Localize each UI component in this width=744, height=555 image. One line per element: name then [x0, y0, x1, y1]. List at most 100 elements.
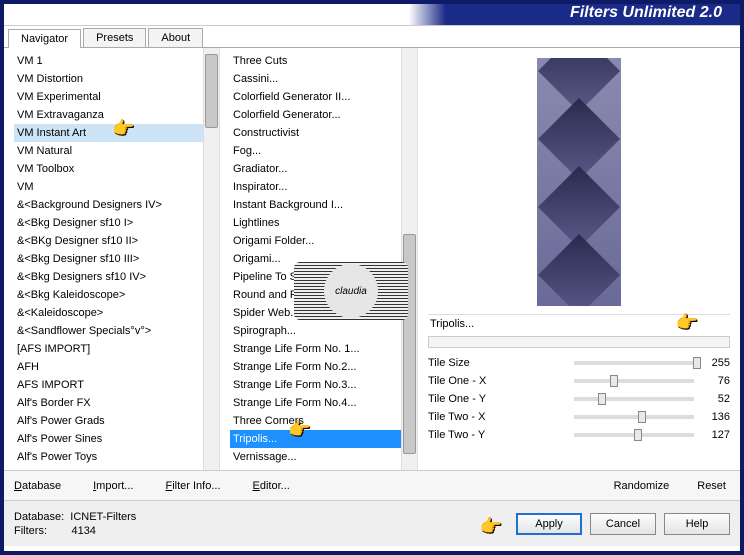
category-item[interactable]: Alf's Power Sines: [14, 430, 203, 448]
category-list[interactable]: VM 1VM DistortionVM ExperimentalVM Extra…: [4, 48, 203, 470]
category-item[interactable]: VM Toolbox: [14, 160, 203, 178]
filters-count-value: 4134: [71, 525, 95, 537]
scrollbar[interactable]: [401, 48, 417, 470]
toolbar: Database Import... Filter Info... Editor…: [4, 470, 740, 500]
param-label: Tile Size: [428, 357, 568, 369]
param-slider[interactable]: [574, 415, 694, 419]
category-item[interactable]: &<Bkg Designer sf10 III>: [14, 250, 203, 268]
param-label: Tile Two - X: [428, 411, 568, 423]
category-item[interactable]: VM Instant Art: [14, 124, 203, 142]
category-item[interactable]: AFH: [14, 358, 203, 376]
category-item[interactable]: Alf's Power Grads: [14, 412, 203, 430]
category-item[interactable]: Alf's Power Toys: [14, 448, 203, 466]
current-filter-name: Tripolis...: [428, 314, 730, 333]
slider-thumb[interactable]: [598, 393, 606, 405]
scroll-thumb[interactable]: [205, 54, 218, 128]
category-item[interactable]: &<Sandflower Specials°v°>: [14, 322, 203, 340]
footer-info: Database: ICNET-Filters Filters: 4134: [14, 510, 508, 538]
param-label: Tile Two - Y: [428, 429, 568, 441]
filter-item[interactable]: Origami Folder...: [230, 232, 401, 250]
param-slider[interactable]: [574, 397, 694, 401]
param-value: 52: [700, 393, 730, 405]
filter-panel: Three CutsCassini...Colorfield Generator…: [220, 48, 418, 470]
category-item[interactable]: Alf's Border FX: [14, 394, 203, 412]
filter-item[interactable]: Vernissage...: [230, 448, 401, 466]
filter-item[interactable]: Colorfield Generator...: [230, 106, 401, 124]
param-row: Tile One - X 76: [428, 372, 730, 390]
tab-presets[interactable]: Presets: [83, 28, 146, 47]
filter-item[interactable]: Instant Background I...: [230, 196, 401, 214]
window: Filters Unlimited 2.0 NavigatorPresetsAb…: [0, 0, 744, 555]
import-button[interactable]: Import...: [93, 480, 133, 492]
category-item[interactable]: &<Background Designers IV>: [14, 196, 203, 214]
category-item[interactable]: VM Extravaganza: [14, 106, 203, 124]
filter-item[interactable]: Strange Life Form No.2...: [230, 358, 401, 376]
category-item[interactable]: VM Natural: [14, 142, 203, 160]
db-value: ICNET-Filters: [70, 511, 136, 523]
category-item[interactable]: VM 1: [14, 52, 203, 70]
randomize-button[interactable]: Randomize: [614, 480, 670, 492]
slider-thumb[interactable]: [610, 375, 618, 387]
watermark-text: claudia: [324, 264, 378, 318]
param-value: 255: [700, 357, 730, 369]
tab-about[interactable]: About: [148, 28, 203, 47]
filter-item[interactable]: Lightlines: [230, 214, 401, 232]
tab-bar: NavigatorPresetsAbout: [4, 26, 740, 48]
param-row: Tile Two - X136: [428, 408, 730, 426]
filter-item[interactable]: Colorfield Generator II...: [230, 88, 401, 106]
category-item[interactable]: AlphaWorks: [14, 466, 203, 470]
watermark-badge: claudia: [294, 262, 408, 320]
scrollbar[interactable]: [203, 48, 219, 470]
filter-item[interactable]: Gradiator...: [230, 160, 401, 178]
cancel-button[interactable]: Cancel: [590, 513, 656, 535]
app-title: Filters Unlimited 2.0: [570, 4, 722, 22]
progress-bar: [428, 336, 730, 348]
filter-list[interactable]: Three CutsCassini...Colorfield Generator…: [220, 48, 401, 470]
filter-item[interactable]: Cassini...: [230, 70, 401, 88]
reset-button[interactable]: Reset: [697, 480, 726, 492]
param-label: Tile One - Y: [428, 393, 568, 405]
category-item[interactable]: VM Experimental: [14, 88, 203, 106]
apply-button[interactable]: Apply: [516, 513, 582, 535]
filter-item[interactable]: Three Cuts: [230, 52, 401, 70]
help-button[interactable]: Help: [664, 513, 730, 535]
filter-item[interactable]: Strange Life Form No.4...: [230, 394, 401, 412]
filter-item[interactable]: Spirograph...: [230, 322, 401, 340]
filter-item[interactable]: Constructivist: [230, 124, 401, 142]
filter-item[interactable]: Strange Life Form No. 1...: [230, 340, 401, 358]
filter-item[interactable]: Three Corners: [230, 412, 401, 430]
database-button[interactable]: Database: [14, 480, 61, 492]
filter-item[interactable]: Wired: [230, 466, 401, 470]
param-row: Tile Size 255: [428, 354, 730, 372]
param-slider[interactable]: [574, 433, 694, 437]
preview-panel: claudia Tripolis... Tile Size255Tile One…: [418, 48, 740, 470]
filter-item[interactable]: Inspirator...: [230, 178, 401, 196]
param-label: Tile One - X: [428, 375, 568, 387]
filter-info-button[interactable]: Filter Info...: [165, 480, 220, 492]
db-label: Database:: [14, 511, 64, 523]
slider-thumb[interactable]: [638, 411, 646, 423]
editor-button[interactable]: Editor...: [253, 480, 290, 492]
category-item[interactable]: VM Distortion: [14, 70, 203, 88]
param-row: Tile One - Y 52: [428, 390, 730, 408]
filter-item[interactable]: Fog...: [230, 142, 401, 160]
category-item[interactable]: VM: [14, 178, 203, 196]
filters-count-label: Filters:: [14, 525, 47, 537]
slider-thumb[interactable]: [634, 429, 642, 441]
footer: Database: ICNET-Filters Filters: 4134 👉 …: [4, 500, 740, 546]
tab-navigator[interactable]: Navigator: [8, 29, 81, 48]
category-item[interactable]: &<Bkg Designer sf10 I>: [14, 214, 203, 232]
param-value: 76: [700, 375, 730, 387]
param-slider[interactable]: [574, 379, 694, 383]
category-item[interactable]: &<Bkg Kaleidoscope>: [14, 286, 203, 304]
category-item[interactable]: &<BKg Designer sf10 II>: [14, 232, 203, 250]
filter-item[interactable]: Strange Life Form No.3...: [230, 376, 401, 394]
param-slider[interactable]: [574, 361, 694, 365]
filter-item[interactable]: Tripolis...: [230, 430, 401, 448]
main-content: VM 1VM DistortionVM ExperimentalVM Extra…: [4, 48, 740, 470]
slider-thumb[interactable]: [693, 357, 701, 369]
category-item[interactable]: &<Kaleidoscope>: [14, 304, 203, 322]
category-item[interactable]: [AFS IMPORT]: [14, 340, 203, 358]
category-item[interactable]: AFS IMPORT: [14, 376, 203, 394]
category-item[interactable]: &<Bkg Designers sf10 IV>: [14, 268, 203, 286]
